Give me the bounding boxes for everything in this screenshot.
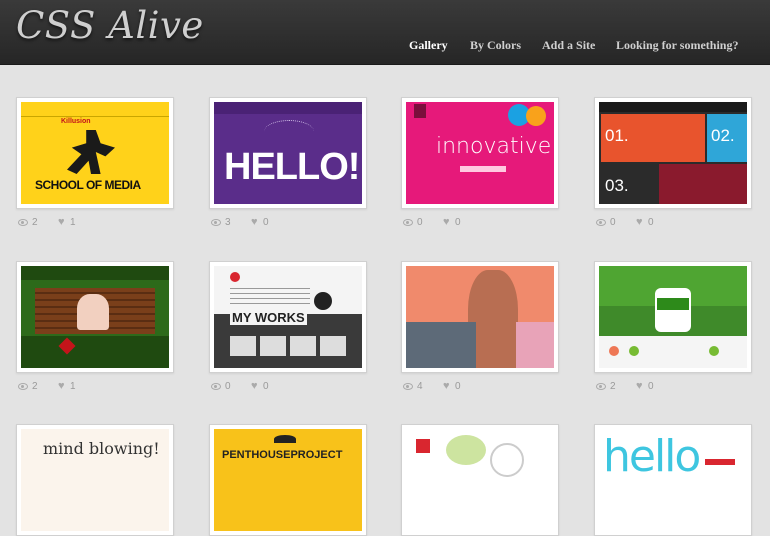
like-count: 1 [70, 217, 76, 228]
site-thumbnail [21, 266, 169, 368]
like-count: 0 [263, 217, 269, 228]
site-header: CSS Alive Gallery By Colors Add a Site L… [0, 0, 770, 65]
view-count: 4 [417, 381, 423, 392]
view-count: 2 [610, 381, 616, 392]
thumb-text: SCHOOL OF MEDIA [35, 178, 141, 192]
gallery-card[interactable]: MY WORKS [209, 261, 367, 373]
gallery-card[interactable] [16, 261, 174, 373]
like-count: 0 [455, 217, 461, 228]
heart-icon[interactable]: ♥ [443, 216, 450, 228]
gallery-card[interactable] [401, 261, 559, 373]
site-thumbnail: hello [599, 429, 747, 531]
view-count: 2 [32, 381, 38, 392]
eye-icon [211, 219, 221, 226]
eye-icon [596, 383, 606, 390]
view-count: 2 [32, 217, 38, 228]
gallery-card[interactable]: innovative [401, 97, 559, 209]
thumb-text: hello [603, 431, 701, 482]
view-count: 0 [610, 217, 616, 228]
thumb-text: innovative [436, 134, 552, 159]
heart-icon[interactable]: ♥ [636, 380, 643, 392]
site-thumbnail: 01. 02. 03. [599, 102, 747, 204]
gallery-card[interactable]: PENTHOUSEPROJECT [209, 424, 367, 536]
like-count: 0 [648, 381, 654, 392]
like-count: 0 [648, 217, 654, 228]
gallery-card[interactable] [594, 261, 752, 373]
eye-icon [18, 219, 28, 226]
eye-icon [211, 383, 221, 390]
heart-icon[interactable]: ♥ [443, 380, 450, 392]
heart-icon[interactable]: ♥ [251, 216, 258, 228]
nav-by-colors[interactable]: By Colors [470, 38, 521, 53]
view-count: 0 [417, 217, 423, 228]
gallery-card[interactable]: mind blowing! [16, 424, 174, 536]
eye-icon [596, 219, 606, 226]
site-thumbnail: PENTHOUSEPROJECT [214, 429, 362, 531]
gallery-card[interactable]: HELLO! [209, 97, 367, 209]
like-count: 1 [70, 381, 76, 392]
site-thumbnail [599, 266, 747, 368]
eye-icon [18, 383, 28, 390]
heart-icon[interactable]: ♥ [636, 216, 643, 228]
like-count: 0 [263, 381, 269, 392]
thumb-text: PENTHOUSEPROJECT [222, 449, 343, 461]
site-thumbnail: innovative [406, 102, 554, 204]
gallery-card[interactable]: 01. 02. 03. [594, 97, 752, 209]
thumb-text: Killusion [61, 118, 91, 125]
thumb-text: 01. [605, 126, 629, 145]
thumb-text: HELLO! [224, 146, 360, 188]
site-thumbnail: MY WORKS [214, 266, 362, 368]
site-thumbnail [406, 266, 554, 368]
gallery-card[interactable]: hello [594, 424, 752, 536]
eye-icon [403, 383, 413, 390]
nav-gallery[interactable]: Gallery [409, 38, 448, 53]
heart-icon[interactable]: ♥ [251, 380, 258, 392]
heart-icon[interactable]: ♥ [58, 380, 65, 392]
thumb-text: 02. [711, 126, 735, 145]
view-count: 0 [225, 381, 231, 392]
nav-add-a-site[interactable]: Add a Site [542, 38, 595, 53]
eye-icon [403, 219, 413, 226]
view-count: 3 [225, 217, 231, 228]
site-logo[interactable]: CSS Alive [16, 4, 204, 47]
site-thumbnail: Killusion SCHOOL OF MEDIA [21, 102, 169, 204]
thumb-text: MY WORKS [230, 310, 307, 325]
site-thumbnail: HELLO! [214, 102, 362, 204]
like-count: 0 [455, 381, 461, 392]
site-thumbnail [406, 429, 554, 531]
thumb-text: 03. [605, 176, 629, 195]
site-thumbnail: mind blowing! [21, 429, 169, 531]
thumb-text: mind blowing! [43, 439, 160, 458]
gallery-card[interactable] [401, 424, 559, 536]
gallery-card[interactable]: Killusion SCHOOL OF MEDIA [16, 97, 174, 209]
nav-looking-for-something[interactable]: Looking for something? [616, 38, 738, 53]
heart-icon[interactable]: ♥ [58, 216, 65, 228]
